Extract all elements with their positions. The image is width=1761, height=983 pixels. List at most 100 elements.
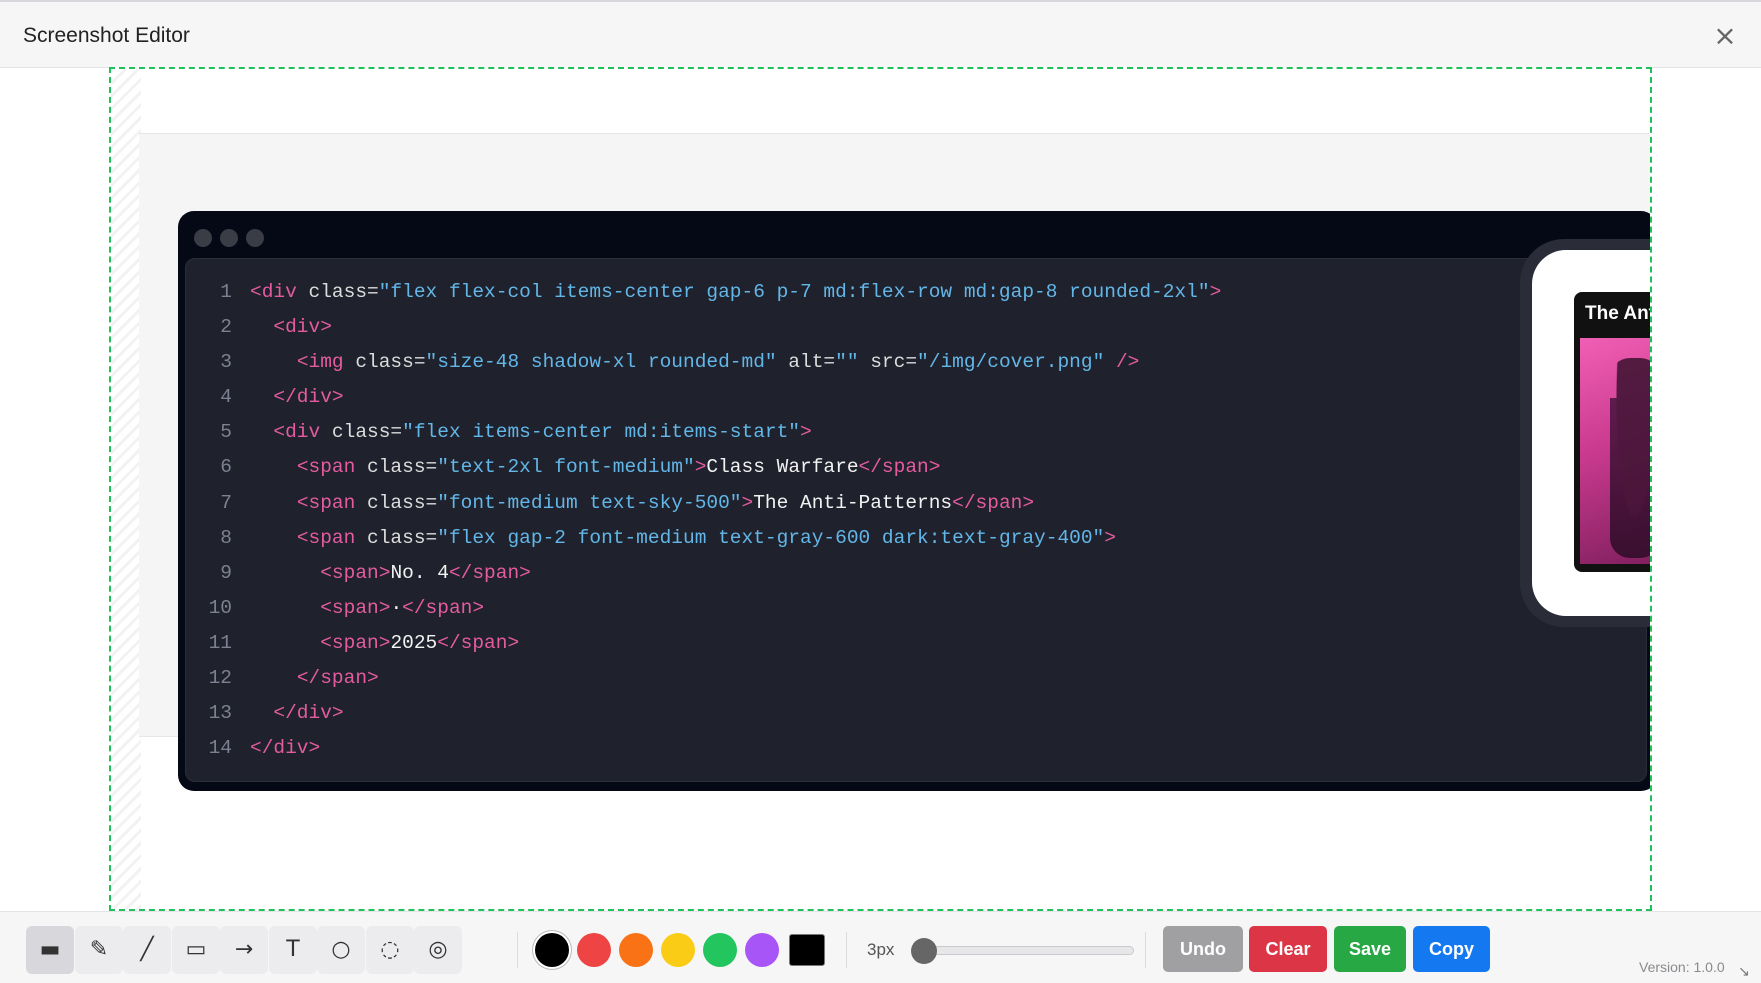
preview-card-inner: The Anti bbox=[1532, 250, 1650, 616]
canvas-hatch-edge bbox=[111, 69, 141, 909]
code-line: 3 <img class="size-48 shadow-xl rounded-… bbox=[186, 345, 1586, 380]
line-number: 6 bbox=[220, 456, 232, 479]
code-line: 1 <div class="flex flex-col items-center … bbox=[186, 275, 1586, 310]
window-dot-icon bbox=[194, 229, 212, 247]
pen-icon: ✎ bbox=[89, 937, 109, 962]
toolbar-divider bbox=[846, 932, 847, 968]
resize-handle-icon[interactable]: ↘ bbox=[1738, 964, 1750, 980]
line-number: 10 bbox=[208, 596, 232, 619]
circle-icon: ○ bbox=[331, 937, 351, 962]
code-token: > bbox=[1104, 526, 1116, 549]
code-token: <span bbox=[296, 456, 368, 479]
code-token: class= bbox=[367, 526, 438, 549]
toolbar-divider bbox=[517, 932, 518, 968]
code-token: /> bbox=[1104, 351, 1140, 374]
code-token: > bbox=[741, 491, 754, 514]
code-window: 1 <div class= "flex flex-col items-center … bbox=[178, 211, 1650, 791]
circle-tool-button[interactable]: ○ bbox=[317, 926, 365, 974]
color-swatch[interactable] bbox=[661, 933, 695, 967]
line-number: 2 bbox=[220, 316, 232, 339]
line-number: 5 bbox=[220, 421, 232, 444]
line-number: 9 bbox=[220, 561, 232, 584]
arrow-icon: → bbox=[234, 937, 254, 962]
copy-button[interactable]: Copy bbox=[1413, 926, 1490, 972]
rectangle-tool-button[interactable]: ▭ bbox=[172, 926, 220, 974]
code-token: <span bbox=[296, 526, 368, 549]
code-line: 2 <div> bbox=[186, 310, 1586, 345]
line-tool-button[interactable]: ╱ bbox=[123, 926, 171, 974]
code-token: class= bbox=[367, 456, 438, 479]
blur-icon: ◌ bbox=[380, 937, 400, 962]
undo-button[interactable]: Undo bbox=[1163, 926, 1243, 972]
code-token: <div bbox=[250, 281, 309, 303]
line-number: 4 bbox=[220, 386, 232, 409]
code-token: </div> bbox=[273, 702, 344, 725]
code-line: 7 <span class="font-medium text-sky-500"… bbox=[186, 486, 1586, 521]
window-title: Screenshot Editor bbox=[23, 24, 190, 47]
window-dot-icon bbox=[246, 229, 264, 247]
line-icon: ╱ bbox=[140, 937, 154, 962]
code-token: "font-medium text-sky-500" bbox=[437, 491, 742, 514]
editor-toolbar: 3px Version: 1.0.0 ↘ ▬ ✎ ╱ ▭ → T ○ ◌ ◎ Undo Clear S… bbox=[0, 911, 1761, 983]
code-token: </span> bbox=[952, 491, 1035, 514]
code-token: > bbox=[800, 421, 812, 444]
title-bar: Screenshot Editor × bbox=[0, 0, 1761, 68]
guitarist-figure bbox=[1610, 358, 1650, 558]
code-token: class= bbox=[367, 491, 438, 514]
stroke-size-slider-thumb[interactable] bbox=[911, 938, 937, 964]
code-line: 9 <span>No. 4</span> bbox=[186, 556, 1586, 591]
highlighter-tool-button[interactable]: ▬ bbox=[26, 926, 74, 974]
code-token: "flex flex-col items-center gap-6 p-7 md… bbox=[378, 281, 1210, 303]
screenshot-image: 1 <div class= "flex flex-col items-center … bbox=[139, 133, 1650, 791]
code-token: The Anti-Patterns bbox=[753, 491, 953, 514]
code-token: <span bbox=[296, 491, 368, 514]
toolbar-divider bbox=[1145, 932, 1146, 968]
line-number: 12 bbox=[208, 667, 232, 690]
custom-color-picker[interactable] bbox=[789, 934, 825, 966]
rectangle-icon: ▭ bbox=[185, 937, 207, 962]
line-number: 3 bbox=[220, 351, 232, 374]
color-swatch[interactable] bbox=[703, 933, 737, 967]
line-number: 7 bbox=[220, 491, 232, 514]
text-tool-button[interactable]: T bbox=[269, 926, 317, 974]
code-token: </div> bbox=[250, 737, 321, 760]
save-button[interactable]: Save bbox=[1334, 926, 1406, 972]
arrow-tool-button[interactable]: → bbox=[220, 926, 268, 974]
code-block: 1 <div class= "flex flex-col items-center … bbox=[186, 275, 1586, 766]
code-token: </span> bbox=[437, 631, 520, 654]
color-swatch[interactable] bbox=[745, 933, 779, 967]
close-icon[interactable]: × bbox=[1711, 22, 1739, 50]
code-token: Class Warfare bbox=[706, 456, 859, 479]
editor-canvas[interactable]: 1 <div class= "flex flex-col items-center … bbox=[109, 67, 1652, 911]
preview-card: The Anti bbox=[1520, 239, 1650, 627]
code-token: > bbox=[694, 456, 707, 479]
blur-tool-button[interactable]: ◌ bbox=[366, 926, 414, 974]
pen-tool-button[interactable]: ✎ bbox=[75, 926, 123, 974]
code-token: <span> bbox=[320, 596, 391, 619]
spotlight-icon: ◎ bbox=[428, 937, 448, 962]
version-label: Version: 1.0.0 bbox=[1639, 959, 1725, 975]
clear-button[interactable]: Clear bbox=[1249, 926, 1327, 972]
spotlight-tool-button[interactable]: ◎ bbox=[414, 926, 462, 974]
code-token: </span> bbox=[296, 667, 379, 690]
stroke-size-slider[interactable] bbox=[912, 946, 1134, 955]
code-token: "text-2xl font-medium" bbox=[437, 456, 695, 479]
color-swatch[interactable] bbox=[577, 933, 611, 967]
line-number: 1 bbox=[220, 281, 232, 303]
text-icon: T bbox=[286, 937, 300, 962]
album-cover: The Anti bbox=[1574, 292, 1650, 572]
code-token: </span> bbox=[448, 561, 531, 584]
code-line: 6 <span class="text-2xl font-medium">Cla… bbox=[186, 450, 1586, 485]
color-swatch[interactable] bbox=[535, 933, 569, 967]
code-token: <div bbox=[273, 421, 332, 444]
code-line: 8 <span class="flex gap-2 font-medium te… bbox=[186, 521, 1586, 556]
color-swatch[interactable] bbox=[619, 933, 653, 967]
